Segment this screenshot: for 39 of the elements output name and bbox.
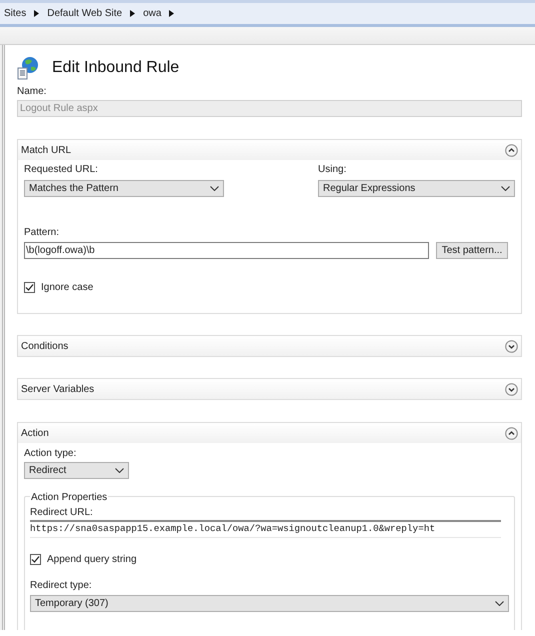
dropdown[interactable]: Matches the Pattern	[24, 180, 224, 197]
group-title: Action Properties	[30, 490, 108, 505]
dropdown[interactable]: Redirect	[24, 462, 129, 479]
redirect-url-field[interactable]: https://sna0saspapp15.example.local/owa/?wa=wsignoutcleanup1.0&wreply=ht	[30, 520, 501, 538]
section-title: Conditions	[21, 340, 68, 354]
chevron-down-icon	[495, 601, 504, 606]
field-label: Name:	[17, 85, 48, 99]
collapse-icon[interactable]	[505, 144, 518, 156]
checkbox-label: Append query string	[47, 553, 137, 567]
breadcrumb-item[interactable]: Default Web Site	[47, 6, 122, 21]
checkbox-label: Ignore case	[41, 281, 94, 295]
chevron-down-icon	[115, 468, 124, 473]
field-label: Action type:	[24, 447, 78, 461]
field-label: Pattern:	[24, 226, 60, 240]
arrow-icon[interactable]	[169, 10, 174, 17]
field-label: Redirect URL:	[30, 506, 94, 520]
page-title: Edit Inbound Rule	[52, 58, 180, 78]
section-title: Action	[21, 426, 49, 440]
checkbox[interactable]	[30, 554, 41, 565]
field-label: Requested URL:	[24, 163, 99, 177]
globe-icon	[17, 55, 39, 81]
expand-icon[interactable]	[505, 340, 518, 352]
chevron-down-icon	[501, 186, 510, 191]
dropdown[interactable]: Temporary (307)	[30, 595, 509, 612]
field-label: Using:	[318, 163, 348, 177]
arrow-icon[interactable]	[130, 10, 136, 17]
breadcrumb-item[interactable]: owa	[143, 6, 162, 21]
checkbox[interactable]	[24, 282, 35, 293]
chevron-down-icon	[210, 186, 219, 191]
expand-icon[interactable]	[505, 382, 518, 396]
section-title: Match URL	[21, 144, 72, 158]
section-title: Server Variables	[21, 382, 94, 396]
field-label: Redirect type:	[30, 579, 93, 593]
collapse-icon[interactable]	[505, 426, 518, 440]
pattern-field[interactable]: \b(logoff.owa)\b	[24, 242, 429, 259]
test-pattern-button[interactable]: Test pattern...	[436, 242, 508, 259]
breadcrumb-item[interactable]: Sites	[4, 6, 26, 21]
dropdown[interactable]: Regular Expressions	[318, 180, 515, 197]
arrow-icon[interactable]	[34, 10, 40, 17]
